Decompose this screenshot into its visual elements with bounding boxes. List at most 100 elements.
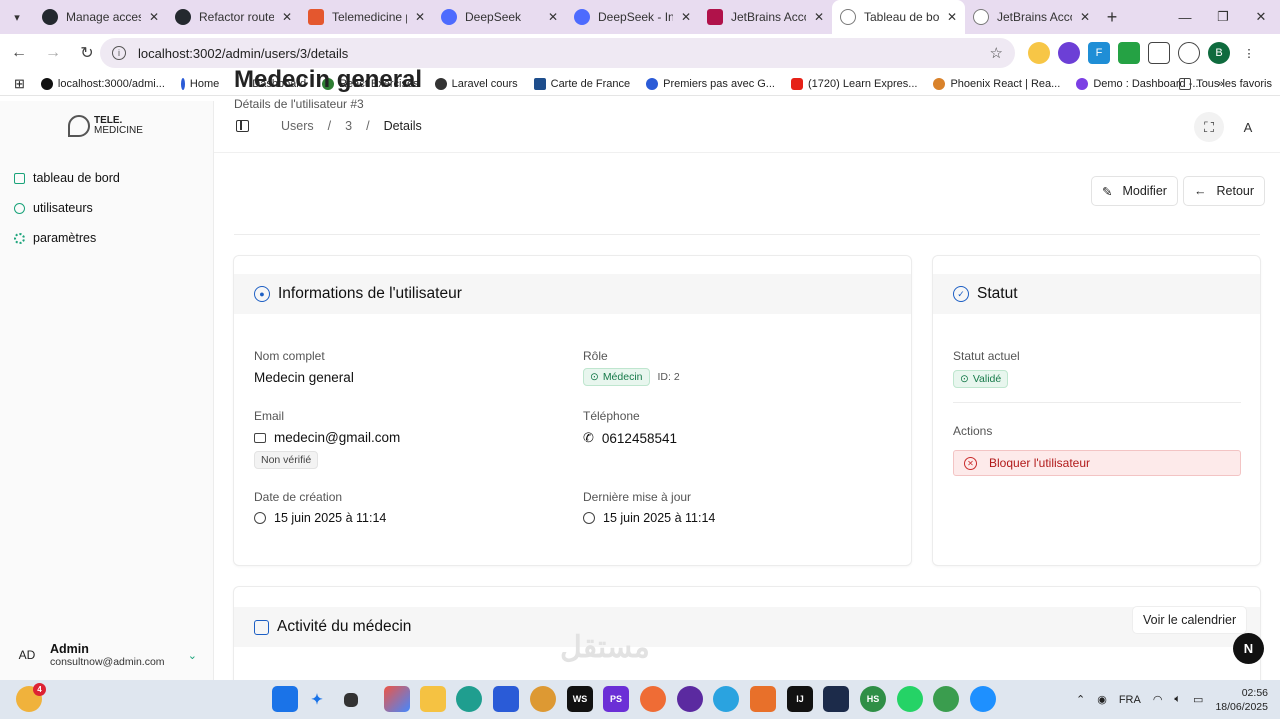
view-calendar-button[interactable]: Voir le calendrier [1132,606,1248,634]
browser-tab[interactable]: DeepSeek ✕ [433,0,566,34]
chevron-up-icon[interactable]: ⌃ [1076,693,1085,706]
close-tab-icon[interactable]: ✕ [282,10,292,24]
sidebar-toggle-icon[interactable] [236,120,249,132]
copilot-icon[interactable]: ✦ [304,686,330,712]
browser-tab[interactable]: Manage access✕ [34,0,167,34]
status-badge: ⊙ Validé [953,370,1009,388]
chevrons-up-down-icon[interactable]: ⌄ [188,649,197,662]
close-tab-icon[interactable]: ✕ [1080,10,1090,24]
chrome-icon[interactable] [530,686,556,712]
browser-tab[interactable]: JetBrains Accoun✕ [699,0,832,34]
system-clock[interactable]: 02:56 18/06/2025 [1215,686,1268,714]
all-bookmarks-folder[interactable]: Tous les favoris [1171,77,1280,90]
intellij-icon[interactable]: IJ [787,686,813,712]
block-user-button[interactable]: ✕ Bloquer l'utilisateur [953,450,1241,476]
forward-arrow-icon[interactable]: → [38,38,68,68]
close-tab-icon[interactable]: ✕ [947,10,957,24]
postman-icon[interactable] [640,686,666,712]
chrome-profile-icon[interactable] [933,686,959,712]
url-input[interactable]: i localhost:3002/admin/users/3/details ☆ [100,38,1015,68]
bookmark-star-icon[interactable]: ☆ [990,44,1003,62]
language-indicator[interactable]: FRA [1119,694,1141,706]
copilot-app-icon[interactable] [384,686,410,712]
back-arrow-icon[interactable]: ← [4,38,34,68]
account-avatar[interactable]: A [1233,112,1263,142]
app-logo[interactable]: TELE. MEDICINE [68,115,143,137]
wifi-icon[interactable]: ◠ [1153,693,1163,706]
window-controls: — ❐ ✕ [1166,0,1280,34]
edge-icon[interactable] [456,686,482,712]
current-status-field: Statut actuel ⊙ Validé [953,349,1020,388]
puzzle-icon[interactable] [1148,42,1170,64]
breadcrumb-user-id[interactable]: 3 [345,119,352,133]
extension-icon[interactable] [1028,42,1050,64]
dashboard-icon [14,172,25,184]
edit-button[interactable]: ✎ Modifier [1091,176,1178,206]
tray-app-icon[interactable]: ◉ [1097,693,1107,706]
browser-tab[interactable]: DeepSeek - Into✕ [566,0,699,34]
bookmark-item[interactable]: Laravel cours [427,77,526,90]
sidebar-item-settings[interactable]: paramètres [14,223,204,253]
app-icon[interactable] [970,686,996,712]
bookmark-favicon-icon [790,77,803,90]
performance-icon[interactable] [1178,42,1200,64]
start-icon[interactable] [272,686,298,712]
bookmark-item[interactable]: Premiers pas avec G... [638,77,783,90]
file-explorer-icon[interactable] [420,686,446,712]
bookmark-item[interactable]: (1720) Learn Expres... [783,77,925,90]
apps-grid-icon[interactable]: ⊞ [0,76,33,92]
telegram-icon[interactable] [713,686,739,712]
sidebar-item-dashboard[interactable]: tableau de bord [14,163,204,193]
close-tab-icon[interactable]: ✕ [814,10,824,24]
app-icon[interactable] [750,686,776,712]
sidebar-item-users[interactable]: utilisateurs [14,193,204,223]
weather-icon[interactable]: 4 [16,683,46,712]
battery-icon[interactable]: ▭ [1193,693,1203,706]
browser-menu-icon[interactable]: ⋮ [1238,42,1260,64]
user-info-card: ● Informations de l'utilisateur Nom comp… [233,255,912,566]
bookmark-item[interactable]: Phoenix React | Rea... [925,77,1068,90]
sidebar-user-menu[interactable]: AD Admin consultnow@admin.com ⌄ [0,630,213,680]
updated-field: Dernière mise à jour 15 juin 2025 à 11:1… [583,490,716,525]
fullscreen-icon[interactable]: ⛶ [1194,112,1224,142]
extension-icon[interactable] [1058,42,1080,64]
webstorm-icon[interactable]: WS [567,686,593,712]
profile-avatar-icon[interactable]: B [1208,42,1230,64]
tab-search-icon[interactable]: ▾ [0,0,34,34]
close-tab-icon[interactable]: ✕ [149,10,159,24]
breadcrumb-users[interactable]: Users [281,119,314,133]
browser-tab[interactable]: Refactor route de✕ [167,0,300,34]
phpstorm-icon[interactable]: PS [603,686,629,712]
phone-field: Téléphone ✆ 0612458541 [583,409,677,446]
site-info-icon[interactable]: i [112,46,126,60]
close-tab-icon[interactable]: ✕ [415,10,425,24]
podcast-icon[interactable] [677,686,703,712]
browser-tab-active[interactable]: Tableau de bord✕ [832,0,965,34]
tab-favicon-icon [973,9,989,25]
reload-icon[interactable]: ↻ [72,38,102,68]
back-button[interactable]: ← Retour [1183,176,1266,206]
minimize-icon[interactable]: — [1166,0,1204,34]
bookmark-item[interactable]: Home [173,77,227,90]
status-card: ✓ Statut Statut actuel ⊙ Validé Actions ✕… [932,255,1261,566]
bookmark-item[interactable]: Carte de France [526,77,638,90]
extension-icon[interactable]: F [1088,42,1110,64]
tab-favicon-icon [707,9,723,25]
close-tab-icon[interactable]: ✕ [681,10,691,24]
volume-icon[interactable]: 🔈︎ [1174,693,1181,706]
browser-tab[interactable]: JetBrains Accoun✕ [965,0,1098,34]
store-icon[interactable] [493,686,519,712]
extension-icon[interactable] [1118,42,1140,64]
bookmark-item[interactable]: localhost:3000/admi... [33,77,173,90]
new-tab-icon[interactable]: + [1098,3,1126,31]
hs-icon[interactable]: HS [860,686,886,712]
nextjs-dev-icon[interactable]: N [1233,633,1264,664]
task-view-icon[interactable] [344,693,358,707]
app-icon[interactable] [823,686,849,712]
close-tab-icon[interactable]: ✕ [548,10,558,24]
close-window-icon[interactable]: ✕ [1242,0,1280,34]
maximize-icon[interactable]: ❐ [1204,0,1242,34]
watermark: مستقل [560,631,650,664]
whatsapp-icon[interactable] [897,686,923,712]
browser-tab[interactable]: Telemedicine pla✕ [300,0,433,34]
